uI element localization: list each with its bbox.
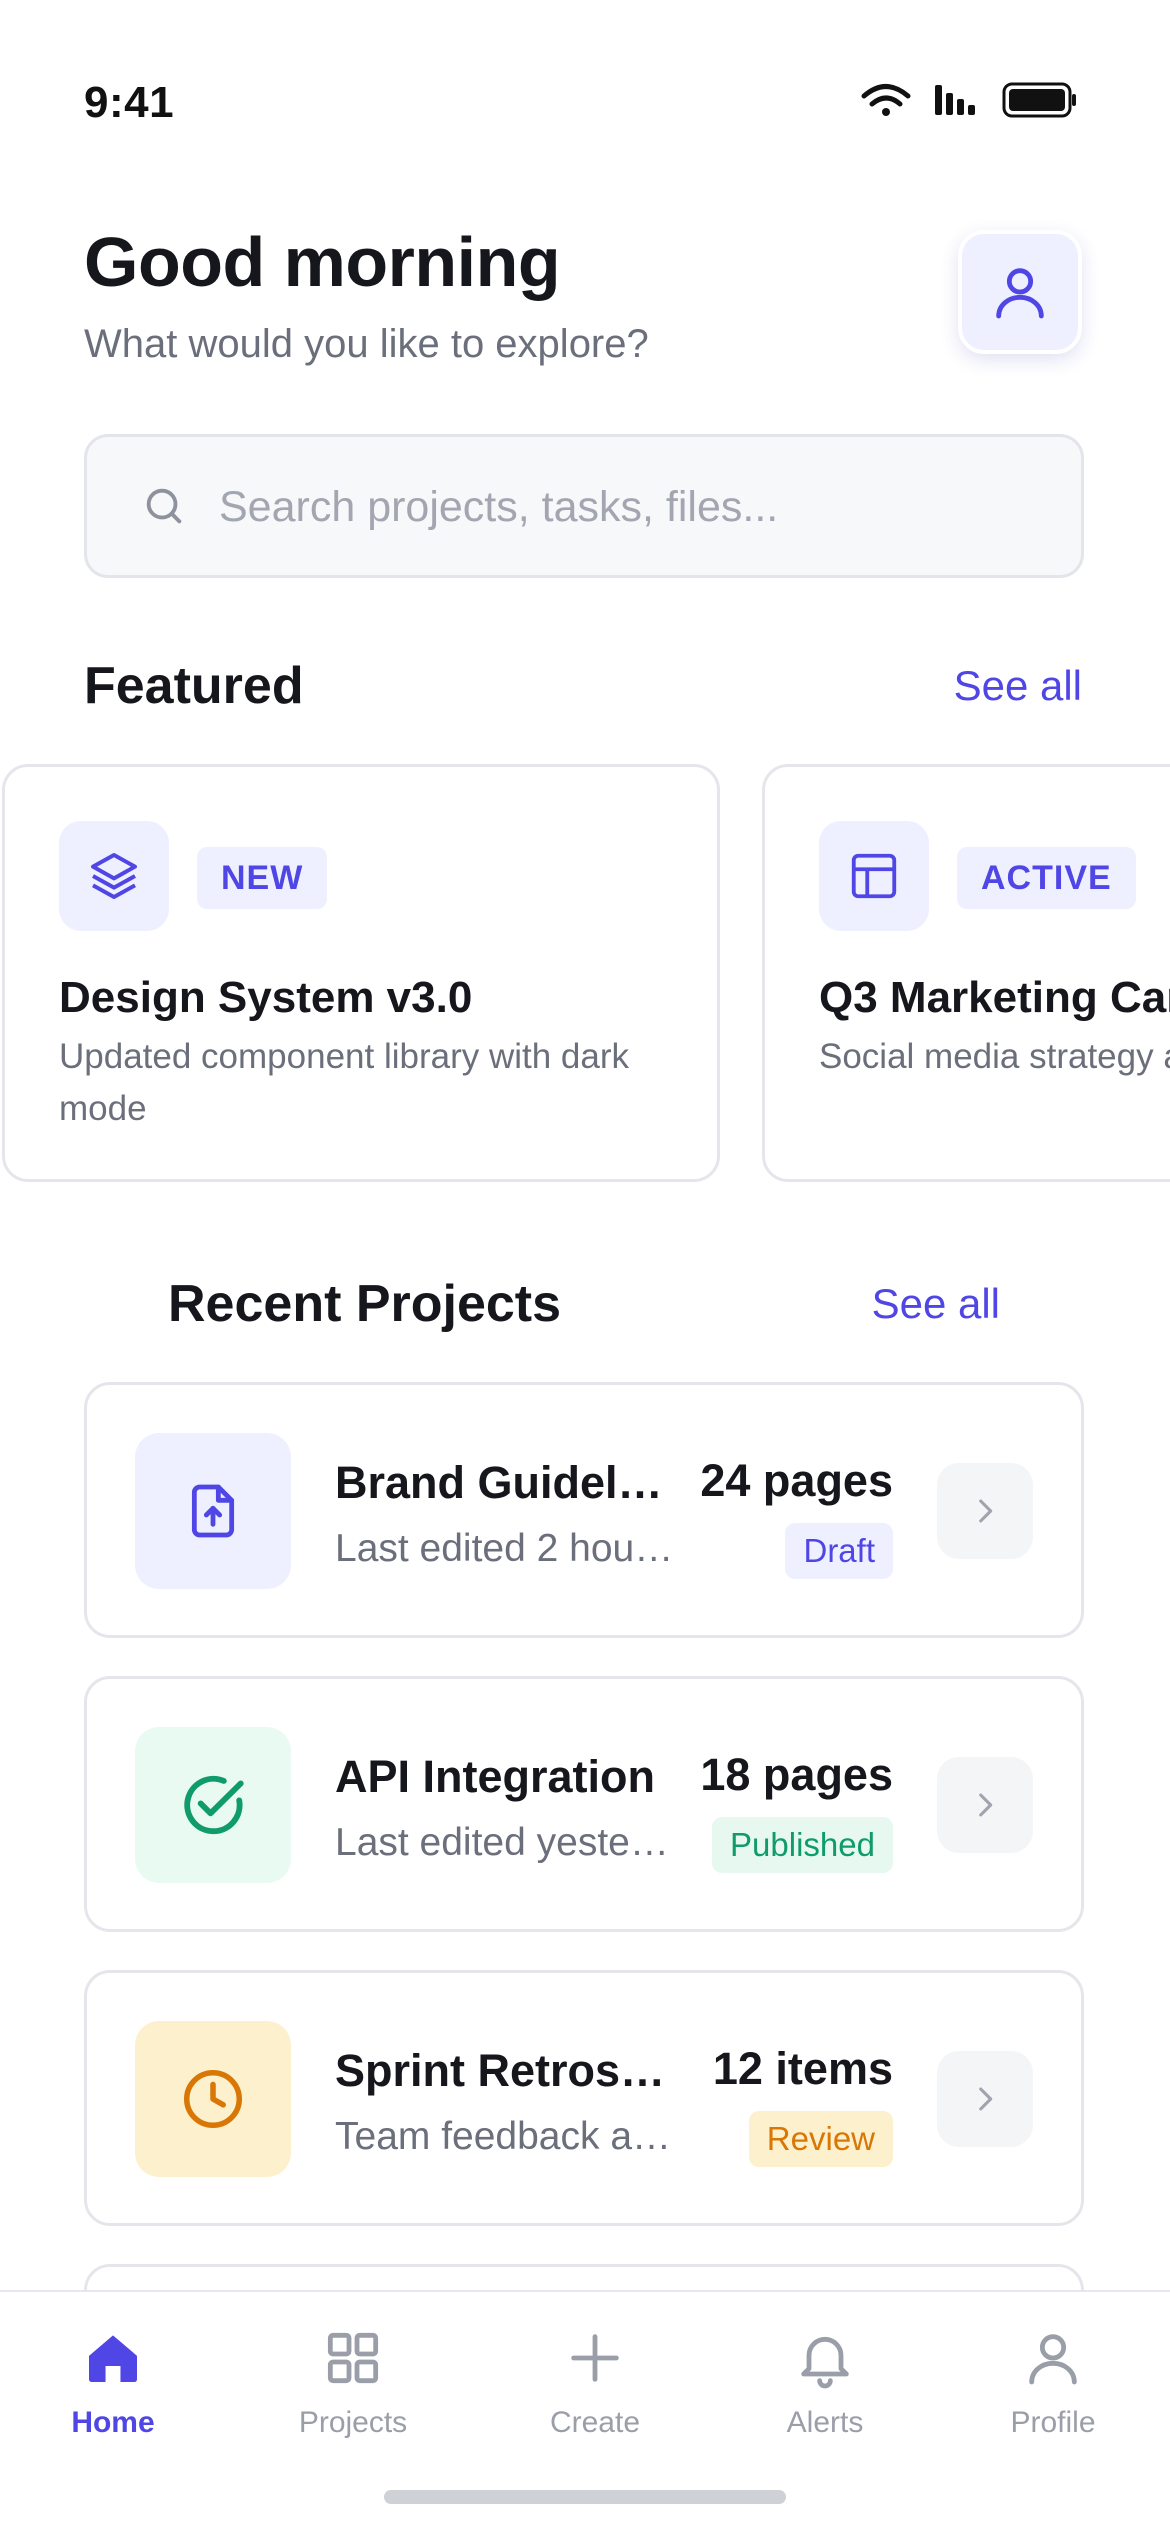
tab-label: Projects bbox=[298, 2406, 408, 2439]
project-card[interactable]: API Integration Last edited yesterday 18… bbox=[84, 1676, 1084, 1932]
chevron-right-icon bbox=[979, 1499, 993, 1523]
project-card[interactable]: Sprint Retrospective Team feedback and n… bbox=[84, 1970, 1084, 2226]
project-meta: Last edited 2 hours ago bbox=[335, 1527, 675, 1570]
open-project-button[interactable] bbox=[937, 1757, 1033, 1853]
status-badge: Draft bbox=[785, 1523, 893, 1579]
tab-alerts[interactable]: Alerts bbox=[725, 2322, 925, 2452]
status-badge: ACTIVE bbox=[957, 847, 1136, 909]
clock-icon bbox=[183, 2069, 243, 2129]
project-meta: Last edited yesterday bbox=[335, 1821, 675, 1864]
layout-icon bbox=[851, 853, 897, 899]
recent-see-all-link[interactable]: See all bbox=[872, 1280, 1000, 1328]
featured-card-icon bbox=[819, 821, 929, 931]
recent-projects-title: Recent Projects bbox=[168, 1275, 562, 1333]
search-input[interactable] bbox=[219, 467, 1039, 547]
featured-title: Featured bbox=[84, 657, 304, 715]
layers-icon bbox=[91, 853, 137, 899]
search-icon bbox=[146, 488, 182, 524]
user-icon bbox=[1029, 2334, 1077, 2385]
project-card-icon bbox=[135, 1433, 291, 1589]
open-project-button[interactable] bbox=[937, 1463, 1033, 1559]
grid-icon bbox=[327, 2332, 379, 2384]
project-card[interactable]: Brand Guidelines Last edited 2 hours ago… bbox=[84, 1382, 1084, 1638]
project-meta: Team feedback and notes bbox=[335, 2115, 675, 2158]
signal-icon bbox=[935, 85, 975, 115]
search-bar[interactable] bbox=[84, 434, 1084, 578]
plus-icon bbox=[571, 2334, 619, 2382]
status-bar: 9:41 bbox=[0, 0, 1170, 200]
home-screen: 9:41 Good morning What would you like to… bbox=[0, 0, 1170, 2532]
open-project-button[interactable] bbox=[937, 2051, 1033, 2147]
check-circle-icon bbox=[184, 1775, 244, 1835]
featured-card-title: Design System v3.0 bbox=[59, 973, 473, 1022]
chevron-right-icon bbox=[979, 2087, 993, 2111]
project-count: 12 items bbox=[712, 2043, 893, 2094]
user-icon bbox=[996, 268, 1044, 319]
page-subtitle: What would you like to explore? bbox=[84, 322, 649, 366]
wifi-icon bbox=[861, 84, 911, 116]
avatar-button[interactable] bbox=[958, 230, 1082, 354]
status-badge: Review bbox=[748, 2111, 893, 2167]
tab-profile[interactable]: Profile bbox=[953, 2322, 1153, 2452]
featured-card-description: Social media strategy and content plan bbox=[819, 1037, 1170, 1076]
featured-card-icon bbox=[59, 821, 169, 931]
tab-label: Create bbox=[549, 2406, 641, 2439]
project-title: Brand Guidelines bbox=[335, 1457, 675, 1508]
tab-label: Alerts bbox=[786, 2406, 864, 2439]
bell-icon bbox=[801, 2336, 849, 2389]
featured-card-title: Q3 Marketing Campaign bbox=[819, 973, 1170, 1022]
featured-carousel[interactable]: NEW Design System v3.0 Updated component… bbox=[0, 764, 1170, 1184]
tab-home[interactable]: Home bbox=[13, 2322, 213, 2452]
status-time: 9:41 bbox=[84, 78, 175, 127]
featured-card[interactable]: NEW Design System v3.0 Updated component… bbox=[2, 764, 720, 1182]
tab-projects[interactable]: Projects bbox=[253, 2322, 453, 2452]
project-card-icon bbox=[135, 2021, 291, 2177]
project-title: API Integration bbox=[335, 1751, 656, 1802]
status-badge: NEW bbox=[197, 847, 328, 909]
tab-label: Home bbox=[71, 2406, 155, 2439]
featured-card[interactable]: ACTIVE Q3 Marketing Campaign Social medi… bbox=[762, 764, 1170, 1182]
project-count: 18 pages bbox=[700, 1749, 893, 1800]
page-title: Good morning bbox=[84, 223, 561, 301]
tab-label: Profile bbox=[1010, 2406, 1096, 2439]
chevron-right-icon bbox=[979, 1793, 993, 1817]
home-indicator bbox=[384, 2490, 786, 2504]
featured-see-all-link[interactable]: See all bbox=[954, 662, 1082, 710]
featured-card-description: Updated component library with dark mode bbox=[59, 1037, 630, 1128]
status-icons bbox=[860, 82, 1078, 118]
tab-create[interactable]: Create bbox=[495, 2322, 695, 2452]
home-icon bbox=[89, 2335, 137, 2382]
project-title: Sprint Retrospective bbox=[335, 2045, 675, 2096]
status-badge: Published bbox=[712, 1817, 893, 1873]
file-upload-icon bbox=[191, 1484, 235, 1538]
project-card-icon bbox=[135, 1727, 291, 1883]
project-count: 24 pages bbox=[700, 1455, 893, 1506]
battery-icon bbox=[1002, 82, 1076, 118]
